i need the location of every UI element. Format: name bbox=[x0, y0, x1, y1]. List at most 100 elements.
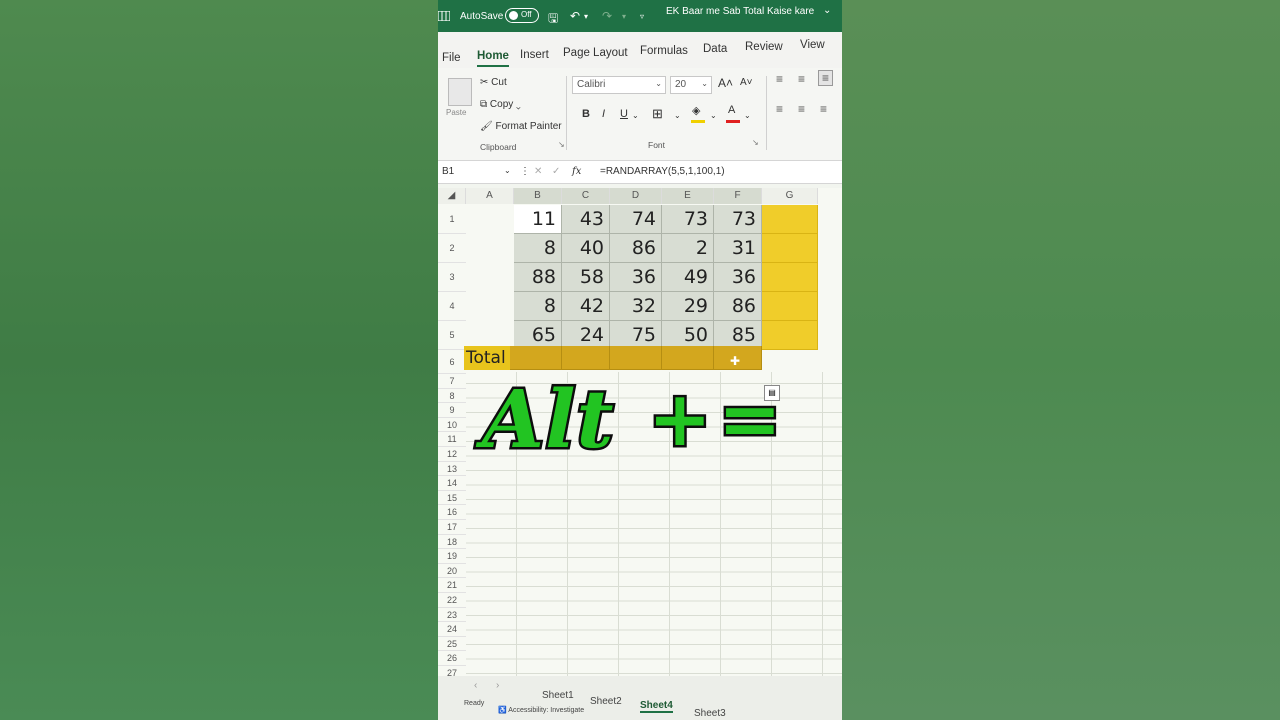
undo-dropdown-icon[interactable]: ▾ bbox=[584, 12, 588, 21]
tab-view[interactable]: View bbox=[800, 39, 825, 51]
row-header[interactable]: 25 bbox=[438, 637, 466, 652]
cancel-icon[interactable]: ✕ bbox=[534, 166, 542, 177]
tab-insert[interactable]: Insert bbox=[520, 49, 549, 61]
column-header-a[interactable]: A bbox=[466, 188, 514, 204]
data-cell[interactable]: 11 bbox=[514, 205, 562, 234]
more-options-icon[interactable]: ⋮ bbox=[520, 166, 530, 177]
data-cell[interactable]: 49 bbox=[662, 263, 714, 292]
data-cell[interactable]: 32 bbox=[610, 292, 662, 321]
row-header[interactable]: 2 bbox=[438, 234, 466, 263]
row-header[interactable]: 4 bbox=[438, 292, 466, 321]
column-header-f[interactable]: F bbox=[714, 188, 762, 204]
font-color-dropdown-icon[interactable]: ⌄ bbox=[744, 111, 751, 120]
insert-function-icon[interactable]: fx bbox=[572, 166, 581, 177]
total-cell-b[interactable] bbox=[510, 346, 562, 370]
align-top-icon[interactable]: ≡ bbox=[776, 72, 783, 86]
paste-label[interactable]: Paste bbox=[446, 108, 466, 117]
name-box-dropdown-icon[interactable]: ⌄ bbox=[504, 166, 511, 175]
row-header[interactable]: 26 bbox=[438, 651, 466, 666]
increase-font-icon[interactable]: A˄ bbox=[718, 76, 733, 90]
row-header[interactable]: 16 bbox=[438, 505, 466, 520]
tab-formulas[interactable]: Formulas bbox=[640, 45, 688, 57]
data-cell[interactable]: 73 bbox=[662, 205, 714, 234]
font-size-select[interactable]: 20 ⌄ bbox=[670, 76, 712, 94]
font-launcher-icon[interactable]: ↘ bbox=[752, 138, 759, 147]
column-header-d[interactable]: D bbox=[610, 188, 662, 204]
row-header[interactable]: 20 bbox=[438, 564, 466, 579]
sheet-tab-sheet3[interactable]: Sheet3 bbox=[694, 708, 726, 719]
row-header[interactable]: 18 bbox=[438, 535, 466, 550]
tab-page-layout[interactable]: Page Layout bbox=[563, 47, 628, 59]
data-cell[interactable]: 40 bbox=[562, 234, 610, 263]
bold-button[interactable]: B bbox=[582, 108, 590, 120]
copy-button[interactable]: ⧉ Copy ⌄ bbox=[480, 99, 521, 110]
font-name-select[interactable]: Calibri ⌄ bbox=[572, 76, 666, 94]
row-header[interactable]: 23 bbox=[438, 608, 466, 623]
row-header[interactable]: 9 bbox=[438, 403, 466, 418]
cell-g2[interactable] bbox=[762, 234, 818, 263]
sheet-tab-sheet1[interactable]: Sheet1 bbox=[542, 690, 574, 701]
row-header[interactable]: 22 bbox=[438, 593, 466, 608]
data-cell[interactable]: 2 bbox=[662, 234, 714, 263]
row-header[interactable]: 14 bbox=[438, 476, 466, 491]
row-header[interactable]: 5 bbox=[438, 321, 466, 350]
borders-dropdown-icon[interactable]: ⌄ bbox=[674, 111, 681, 120]
total-label-cell[interactable]: Total bbox=[464, 346, 510, 370]
redo-icon[interactable]: ↷ bbox=[602, 9, 612, 23]
align-right-icon[interactable]: ≡ bbox=[820, 102, 827, 116]
cut-button[interactable]: ✂ Cut bbox=[480, 77, 507, 88]
row-header[interactable]: 19 bbox=[438, 549, 466, 564]
data-cell[interactable]: 31 bbox=[714, 234, 762, 263]
align-left-icon[interactable]: ≡ bbox=[776, 102, 783, 116]
cell-g1[interactable] bbox=[762, 205, 818, 234]
row-header[interactable]: 11 bbox=[438, 432, 466, 447]
italic-button[interactable]: I bbox=[602, 108, 605, 120]
tab-review[interactable]: Review bbox=[745, 41, 783, 53]
data-cell[interactable]: 29 bbox=[662, 292, 714, 321]
autosave-toggle[interactable]: Off bbox=[505, 8, 539, 23]
tab-home[interactable]: Home bbox=[477, 50, 509, 67]
underline-dropdown-icon[interactable]: ⌄ bbox=[632, 111, 639, 120]
clipboard-launcher-icon[interactable]: ↘ bbox=[558, 140, 565, 149]
save-icon[interactable]: 🖫 bbox=[548, 9, 558, 30]
data-cell[interactable]: 58 bbox=[562, 263, 610, 292]
data-cell[interactable]: 88 bbox=[514, 263, 562, 292]
scroll-right-icon[interactable]: › bbox=[496, 680, 499, 691]
fill-color-icon[interactable]: ◈ bbox=[692, 104, 700, 117]
row-header[interactable]: 1 bbox=[438, 205, 466, 234]
underline-button[interactable]: U bbox=[620, 108, 628, 120]
cell-g3[interactable] bbox=[762, 263, 818, 292]
format-painter-button[interactable]: 🖌 Format Painter bbox=[480, 121, 562, 132]
name-box[interactable]: B1 bbox=[442, 166, 454, 177]
tab-file[interactable]: File bbox=[442, 52, 461, 64]
row-header[interactable]: 10 bbox=[438, 418, 466, 433]
document-title[interactable]: EK Baar me Sab Total Kaise kare bbox=[666, 6, 814, 17]
data-cell[interactable]: 74 bbox=[610, 205, 662, 234]
data-cell[interactable]: 8 bbox=[514, 292, 562, 321]
data-cell[interactable]: 43 bbox=[562, 205, 610, 234]
sheet-tab-sheet2[interactable]: Sheet2 bbox=[590, 696, 622, 707]
total-cell-e[interactable] bbox=[662, 346, 714, 370]
total-cell-d[interactable] bbox=[610, 346, 662, 370]
customize-qat-icon[interactable]: ▿ bbox=[640, 12, 644, 21]
borders-icon[interactable]: ⊞ bbox=[652, 106, 663, 122]
scroll-left-icon[interactable]: ‹ bbox=[474, 680, 477, 691]
title-chevron-down-icon[interactable]: ⌄ bbox=[823, 5, 831, 16]
paste-icon[interactable] bbox=[448, 78, 472, 106]
data-cell[interactable]: 86 bbox=[714, 292, 762, 321]
row-header[interactable]: 3 bbox=[438, 263, 466, 292]
data-cell[interactable]: 36 bbox=[714, 263, 762, 292]
data-cell[interactable]: 86 bbox=[610, 234, 662, 263]
row-header[interactable]: 21 bbox=[438, 578, 466, 593]
align-middle-icon[interactable]: ≡ bbox=[798, 72, 805, 86]
font-color-icon[interactable]: A bbox=[728, 104, 735, 116]
formula-input[interactable]: =RANDARRAY(5,5,1,100,1) bbox=[600, 166, 725, 177]
align-bottom-icon[interactable]: ≡ bbox=[818, 70, 834, 86]
undo-icon[interactable]: ↶ bbox=[570, 9, 580, 23]
row-header[interactable]: 13 bbox=[438, 462, 466, 477]
cell-g5[interactable] bbox=[762, 321, 818, 350]
total-cell-c[interactable] bbox=[562, 346, 610, 370]
data-cell[interactable]: 73 bbox=[714, 205, 762, 234]
tab-data[interactable]: Data bbox=[703, 43, 727, 55]
data-cell[interactable]: 36 bbox=[610, 263, 662, 292]
